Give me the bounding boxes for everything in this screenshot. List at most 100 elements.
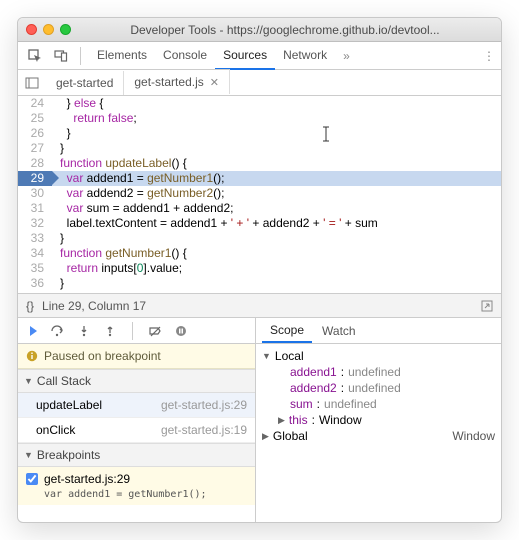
breakpoint-label: get-started.js:29 [44, 472, 130, 486]
code-editor[interactable]: 24 } else {25 return false;26 }27}28func… [18, 96, 501, 293]
stack-fn: onClick [36, 423, 75, 437]
scope-right: Window [452, 429, 495, 443]
scope-var[interactable]: ▶ this: Window [262, 412, 495, 428]
scope-label: Local [275, 349, 304, 363]
var-value: undefined [324, 397, 377, 411]
stack-frame[interactable]: onClick get-started.js:19 [18, 418, 255, 443]
var-name: this [289, 413, 308, 427]
line-number[interactable]: 30 [18, 186, 52, 201]
paused-label: Paused on breakpoint [44, 349, 161, 363]
code-text: } [52, 231, 64, 246]
step-over-icon[interactable] [50, 325, 66, 337]
file-tab-label: get-started.js [134, 75, 203, 89]
code-line[interactable]: 24 } else { [18, 96, 501, 111]
line-number[interactable]: 36 [18, 276, 52, 291]
pause-on-exceptions-icon[interactable] [173, 325, 189, 337]
scope-tabs: Scope Watch [256, 318, 501, 344]
scope-var[interactable]: sum: undefined [262, 396, 495, 412]
show-navigator-icon[interactable] [18, 77, 46, 89]
code-line[interactable]: 27} [18, 141, 501, 156]
var-name: sum [290, 397, 313, 411]
code-text: var addend1 = getNumber1(); [52, 171, 224, 186]
file-tab-label: get-started [56, 76, 113, 90]
file-tab-get-started-js[interactable]: get-started.js ✕ [124, 69, 230, 94]
tab-sources[interactable]: Sources [215, 42, 275, 70]
cursor-location: Line 29, Column 17 [42, 299, 146, 313]
tab-network[interactable]: Network [275, 42, 335, 70]
call-stack-label: Call Stack [37, 374, 91, 388]
file-tab-get-started[interactable]: get-started [46, 71, 124, 95]
code-line[interactable]: 28function updateLabel() { [18, 156, 501, 171]
minimize-icon[interactable] [43, 24, 54, 35]
line-number[interactable]: 26 [18, 126, 52, 141]
maximize-icon[interactable] [60, 24, 71, 35]
code-line[interactable]: 32 label.textContent = addend1 + ' + ' +… [18, 216, 501, 231]
var-name: addend1 [290, 365, 337, 379]
tab-watch[interactable]: Watch [314, 320, 364, 342]
text-cursor-icon [321, 126, 331, 142]
main-toolbar: Elements Console Sources Network » ⋮ [18, 42, 501, 70]
breakpoints-label: Breakpoints [37, 448, 100, 462]
call-stack-header[interactable]: ▼ Call Stack [18, 369, 255, 393]
debugger-pane: Paused on breakpoint ▼ Call Stack update… [18, 317, 501, 522]
close-icon[interactable] [26, 24, 37, 35]
code-line[interactable]: 33} [18, 231, 501, 246]
expand-icon: ▶ [262, 431, 269, 442]
scope-label: Global [273, 429, 308, 443]
line-number[interactable]: 35 [18, 261, 52, 276]
window-title: Developer Tools - https://googlechrome.g… [77, 23, 493, 37]
resume-icon[interactable] [24, 325, 40, 337]
line-number[interactable]: 32 [18, 216, 52, 231]
stack-location: get-started.js:19 [161, 423, 247, 437]
tab-console[interactable]: Console [155, 42, 215, 70]
deactivate-breakpoints-icon[interactable] [147, 325, 163, 337]
code-line[interactable]: 29 var addend1 = getNumber1(); [18, 171, 501, 186]
step-into-icon[interactable] [76, 325, 92, 337]
expand-icon: ▶ [278, 415, 285, 426]
tab-elements[interactable]: Elements [89, 42, 155, 70]
line-number[interactable]: 34 [18, 246, 52, 261]
tab-scope[interactable]: Scope [262, 319, 312, 343]
scope-global[interactable]: ▶ Global Window [262, 428, 495, 444]
code-line[interactable]: 30 var addend2 = getNumber2(); [18, 186, 501, 201]
scope-local[interactable]: ▼ Local [262, 348, 495, 364]
inspect-icon[interactable] [24, 45, 46, 67]
stack-frame[interactable]: updateLabel get-started.js:29 [18, 393, 255, 418]
code-line[interactable]: 31 var sum = addend1 + addend2; [18, 201, 501, 216]
stack-location: get-started.js:29 [161, 398, 247, 412]
more-tabs-icon[interactable]: » [343, 49, 350, 63]
line-number[interactable]: 27 [18, 141, 52, 156]
code-text: } else { [52, 96, 103, 111]
status-bar: {} Line 29, Column 17 [18, 293, 501, 317]
code-line[interactable]: 25 return false; [18, 111, 501, 126]
scope-body: ▼ Local addend1: undefined addend2: unde… [256, 344, 501, 522]
line-number[interactable]: 28 [18, 156, 52, 171]
line-number[interactable]: 24 [18, 96, 52, 111]
scope-var[interactable]: addend2: undefined [262, 380, 495, 396]
breakpoint-item[interactable]: get-started.js:29 var addend1 = getNumbe… [18, 467, 255, 505]
code-text: return false; [52, 111, 137, 126]
code-line[interactable]: 26 } [18, 126, 501, 141]
line-number[interactable]: 31 [18, 201, 52, 216]
step-out-icon[interactable] [102, 325, 118, 337]
file-tabs: get-started get-started.js ✕ [18, 70, 501, 96]
code-text: function getNumber1() { [52, 246, 187, 261]
breakpoints-header[interactable]: ▼ Breakpoints [18, 443, 255, 467]
collapse-icon: ▼ [24, 376, 33, 386]
var-name: addend2 [290, 381, 337, 395]
code-line[interactable]: 36} [18, 276, 501, 291]
line-number[interactable]: 29 [18, 171, 52, 186]
code-line[interactable]: 35 return inputs[0].value; [18, 261, 501, 276]
kebab-menu-icon[interactable]: ⋮ [483, 49, 495, 63]
breakpoint-checkbox[interactable] [26, 473, 38, 485]
close-tab-icon[interactable]: ✕ [210, 76, 219, 89]
code-text: } [52, 276, 64, 291]
device-toggle-icon[interactable] [50, 45, 72, 67]
line-number[interactable]: 25 [18, 111, 52, 126]
scope-var[interactable]: addend1: undefined [262, 364, 495, 380]
line-number[interactable]: 33 [18, 231, 52, 246]
panel-tabs: Elements Console Sources Network [89, 42, 335, 70]
pretty-print-icon[interactable]: {} [26, 299, 34, 313]
expand-icon[interactable] [481, 300, 493, 312]
code-line[interactable]: 34function getNumber1() { [18, 246, 501, 261]
